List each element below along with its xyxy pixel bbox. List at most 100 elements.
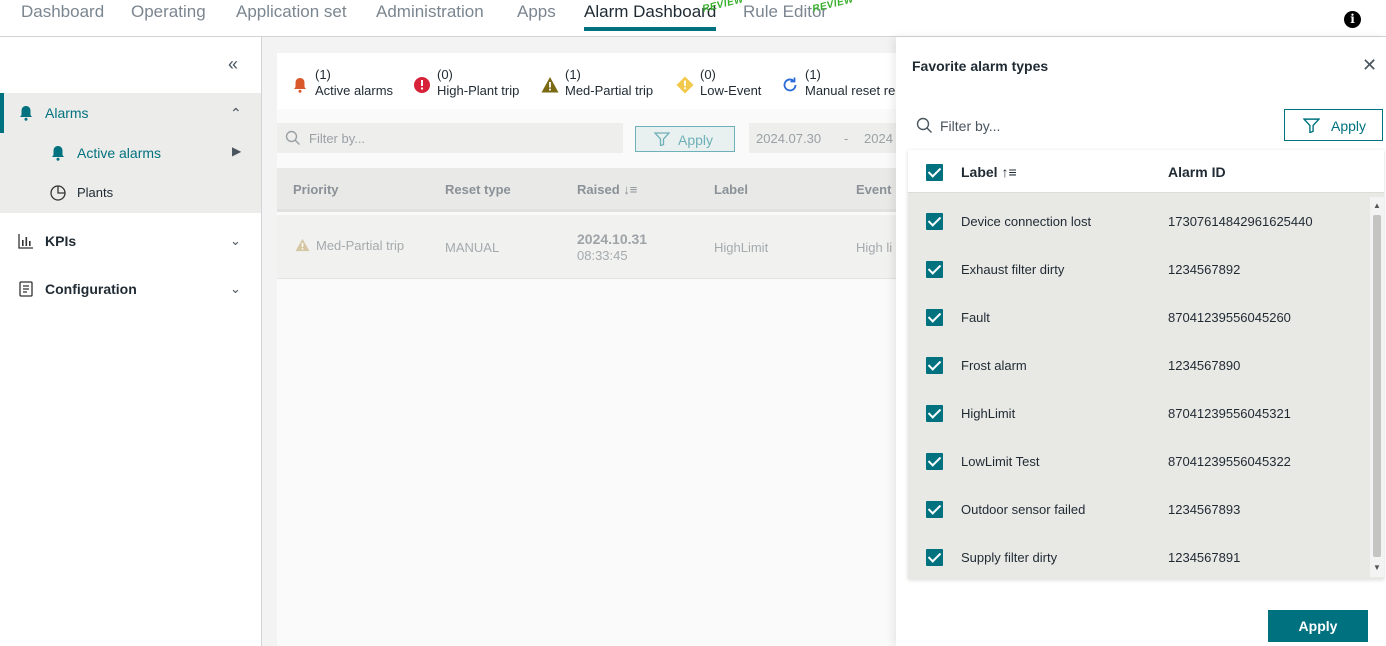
summary-label: Med-Partial trip — [565, 83, 654, 98]
date-from: 2024.07.30 — [756, 131, 822, 146]
preview-badge: REVIEW — [811, 0, 856, 15]
panel-title: Favorite alarm types — [912, 58, 1049, 74]
column-label[interactable]: Label — [714, 182, 748, 197]
collapse-sidebar-icon[interactable]: « — [228, 54, 238, 75]
scroll-up-icon[interactable]: ▲ — [1373, 201, 1381, 210]
alarm-type-id: 1234567892 — [1168, 262, 1241, 277]
list-item[interactable]: Outdoor sensor failed 1234567893 — [908, 486, 1370, 534]
bar-chart-icon — [18, 234, 33, 249]
top-navigation: Dashboard Operating Application set Admi… — [0, 0, 1386, 37]
summary-count: (1) — [565, 67, 581, 82]
warning-triangle-icon — [541, 77, 559, 93]
select-all-checkbox[interactable] — [926, 164, 943, 181]
sidebar-item-label: Plants — [77, 185, 114, 200]
column-priority[interactable]: Priority — [293, 182, 339, 197]
column-raised[interactable]: Raised ↓≡ — [577, 182, 637, 197]
close-icon[interactable]: ✕ — [1362, 55, 1377, 76]
list-item[interactable]: Supply filter dirty 1234567891 — [908, 534, 1370, 582]
bell-icon — [294, 78, 306, 93]
apply-label: Apply — [678, 132, 714, 148]
alarm-type-label: Frost alarm — [961, 358, 1027, 373]
row-checkbox[interactable] — [926, 213, 943, 230]
summary-label: Low-Event — [700, 83, 762, 98]
scroll-down-icon[interactable]: ▼ — [1373, 563, 1381, 572]
tab-administration[interactable]: Administration — [376, 2, 484, 22]
sidebar-group-alarms: Alarms ⌃ Active alarms ▶ Plants — [0, 93, 261, 213]
sidebar-item-configuration[interactable]: Configuration ⌄ — [0, 269, 261, 309]
warning-triangle-icon — [295, 238, 310, 252]
info-icon[interactable]: i — [1344, 11, 1361, 28]
column-reset-type[interactable]: Reset type — [445, 182, 511, 197]
apply-label: Apply — [1331, 118, 1367, 134]
scroll-thumb[interactable] — [1373, 215, 1381, 557]
sidebar-item-kpis[interactable]: KPIs ⌄ — [0, 221, 261, 261]
list-item[interactable]: Frost alarm 1234567890 — [908, 342, 1370, 390]
panel-apply-button[interactable]: Apply — [1268, 610, 1368, 642]
sidebar-item-alarms[interactable]: Alarms ⌃ — [0, 93, 261, 133]
summary-count: (0) — [700, 67, 716, 82]
summary-count: (1) — [315, 67, 331, 82]
tab-alarm-dashboard[interactable]: Alarm Dashboard — [584, 2, 717, 31]
alarm-type-id: 87041239556045322 — [1168, 454, 1291, 469]
alarm-type-label: Device connection lost — [961, 214, 1092, 229]
tab-operating[interactable]: Operating — [131, 2, 206, 22]
list-item[interactable]: Exhaust filter dirty 1234567892 — [908, 246, 1370, 294]
list-item[interactable]: HighLimit 87041239556045321 — [908, 390, 1370, 438]
list-item[interactable]: LowLimit Test 87041239556045322 — [908, 438, 1370, 486]
column-event[interactable]: Event — [856, 182, 891, 197]
list-item[interactable]: Fault 87041239556045260 — [908, 294, 1370, 342]
date-separator: - — [844, 131, 849, 146]
alarm-type-label: Outdoor sensor failed — [961, 502, 1086, 517]
row-label: HighLimit — [714, 240, 769, 255]
tab-dashboard[interactable]: Dashboard — [21, 2, 104, 22]
refresh-icon — [783, 77, 797, 92]
alarm-type-id: 17307614842961625440 — [1168, 214, 1313, 229]
search-icon — [285, 130, 300, 145]
row-checkbox[interactable] — [926, 549, 943, 566]
row-checkbox[interactable] — [926, 357, 943, 374]
alarm-type-label: LowLimit Test — [961, 454, 1040, 469]
favorite-alarm-types-panel: Favorite alarm types ✕ Apply Label ↑≡ Al… — [896, 37, 1386, 646]
alarm-type-id: 1234567890 — [1168, 358, 1241, 373]
table-scrollbar[interactable]: ▲ ▼ — [1370, 197, 1384, 577]
filter-icon — [1303, 118, 1320, 133]
row-checkbox[interactable] — [926, 309, 943, 326]
chevron-down-icon: ⌄ — [230, 281, 241, 296]
play-icon: ▶ — [232, 144, 242, 158]
table-filter-bar: Apply 2024.07.30 - 2024 — [277, 121, 896, 155]
row-checkbox[interactable] — [926, 405, 943, 422]
alarm-summary-bar: (1) Active alarms (0) High-Plant trip (1) M… — [277, 53, 896, 109]
summary-label: High-Plant trip — [437, 83, 520, 98]
sidebar-item-plants[interactable]: Plants — [0, 173, 261, 213]
row-event: High li — [856, 240, 893, 255]
tab-apps[interactable]: Apps — [517, 2, 556, 22]
sidebar-item-label: KPIs — [45, 233, 77, 249]
column-label[interactable]: Label ↑≡ — [961, 164, 1017, 180]
panel-apply-filter-button[interactable]: Apply — [1284, 109, 1383, 141]
alarm-type-id: 87041239556045260 — [1168, 310, 1291, 325]
alarm-type-id: 1234567891 — [1168, 550, 1241, 565]
date-range-input[interactable]: 2024.07.30 - 2024 — [749, 123, 896, 153]
column-alarm-id[interactable]: Alarm ID — [1168, 164, 1226, 180]
row-checkbox[interactable] — [926, 501, 943, 518]
row-raised-date: 2024.10.31 — [577, 231, 648, 247]
date-to: 2024 — [864, 131, 893, 146]
row-checkbox[interactable] — [926, 261, 943, 278]
alarm-filter-input[interactable] — [277, 123, 623, 153]
panel-filter-input[interactable] — [912, 111, 1272, 141]
summary-label: Active alarms — [315, 83, 394, 98]
filter-icon — [654, 132, 670, 146]
list-item[interactable]: Device connection lost 17307614842961625… — [908, 198, 1370, 246]
apply-filter-button[interactable]: Apply — [635, 126, 735, 152]
table-row[interactable]: Med-Partial trip MANUAL 2024.10.31 08:33… — [277, 215, 896, 279]
alarm-type-label: Supply filter dirty — [961, 550, 1058, 565]
sidebar-item-label: Alarms — [45, 105, 89, 121]
alarm-table-header: Priority Reset type Raised ↓≡ Label Even… — [277, 168, 896, 212]
alarm-types-table: Label ↑≡ Alarm ID Device connection lost… — [908, 150, 1384, 579]
config-icon — [19, 281, 33, 297]
row-checkbox[interactable] — [926, 453, 943, 470]
warning-diamond-icon — [676, 76, 694, 94]
tab-application-set[interactable]: Application set — [236, 2, 347, 22]
sidebar-item-active-alarms[interactable]: Active alarms ▶ — [0, 133, 261, 173]
alarm-type-label: HighLimit — [961, 406, 1016, 421]
